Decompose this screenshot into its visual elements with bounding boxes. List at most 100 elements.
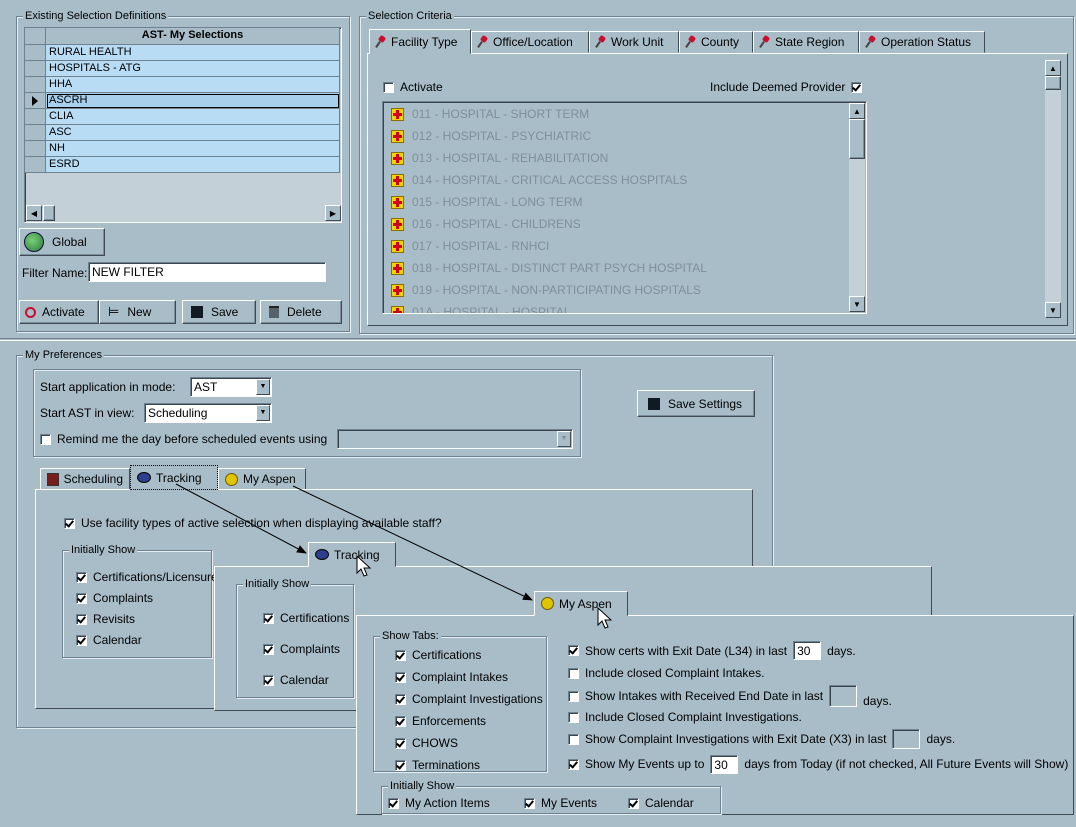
intakes-days-input[interactable] [829,685,858,707]
chevron-down-icon[interactable]: ▼ [557,431,571,447]
scroll-thumb[interactable] [1045,76,1061,90]
list-item[interactable]: 013 - HOSPITAL - REHABILITATION [391,148,608,168]
scroll-thumb[interactable] [849,119,865,159]
table-row[interactable]: ASCRH [46,93,340,109]
scroll-up-icon[interactable]: ▲ [1045,60,1061,76]
checkbox-item[interactable]: Complaint Intakes [395,670,508,684]
checkbox[interactable] [40,433,51,445]
splitter[interactable] [0,338,1076,341]
row-indicator[interactable] [25,77,46,93]
investigations-days-input[interactable] [892,729,921,749]
checkbox[interactable] [76,613,87,625]
save-settings-button[interactable]: Save Settings [637,390,755,417]
opt-investigations-exit[interactable]: Show Complaint Investigations with Exit … [568,727,955,751]
criteria-vscrollbar[interactable]: ▲ ▼ [1045,60,1061,318]
checkbox[interactable] [395,737,406,749]
facility-vscrollbar[interactable]: ▲ ▼ [849,103,865,312]
row-indicator[interactable] [25,125,46,141]
selection-grid[interactable]: AST- My Selections RURAL HEALTH HOSPITALS… [24,27,342,223]
tab-county[interactable]: County [679,31,753,53]
opt-my-events[interactable]: Show My Events up to 30 days from Today … [568,753,1068,775]
tab-scheduling[interactable]: Scheduling [40,468,130,490]
table-row[interactable]: CLIA [46,109,340,125]
table-row[interactable]: ESRD [46,157,340,173]
list-item[interactable]: 017 - HOSPITAL - RNHCI [391,236,549,256]
opt-closed-intakes[interactable]: Include closed Complaint Intakes. [568,666,764,680]
list-item[interactable]: 016 - HOSPITAL - CHILDRENS [391,214,581,234]
tracking-popup-tab[interactable]: Tracking [308,542,396,567]
table-row[interactable]: HHA [46,77,340,93]
list-item[interactable]: 019 - HOSPITAL - NON-PARTICIPATING HOSPI… [391,280,701,300]
list-item[interactable]: 018 - HOSPITAL - DISTINCT PART PSYCH HOS… [391,258,707,278]
scroll-down-icon[interactable]: ▼ [849,296,865,312]
checkbox[interactable] [395,715,406,727]
scroll-down-icon[interactable]: ▼ [1045,302,1061,318]
checkbox[interactable] [263,643,274,655]
checkbox-item[interactable]: Revisits [76,612,135,626]
checkbox[interactable] [76,592,87,604]
checkbox[interactable] [395,759,406,771]
checkbox[interactable] [395,693,406,705]
tab-tracking[interactable]: Tracking [130,465,218,490]
checkbox[interactable] [64,517,75,529]
row-indicator[interactable] [25,141,46,157]
filter-name-input[interactable]: NEW FILTER [88,262,326,282]
opt-intakes-received[interactable]: Show Intakes with Received End Date in l… [568,683,892,709]
checkbox[interactable] [76,634,87,646]
delete-button[interactable]: Delete [260,300,342,324]
activate-button[interactable]: Activate [19,300,99,324]
tab-work-unit[interactable]: Work Unit [589,31,679,53]
tab-facility-type[interactable]: Facility Type [369,29,471,54]
checkbox[interactable] [568,733,579,745]
checkbox-item[interactable]: Calendar [628,796,694,810]
tab-my-aspen[interactable]: My Aspen [218,468,306,490]
save-button[interactable]: Save [182,300,256,324]
table-row[interactable]: NH [46,141,340,157]
certs-days-input[interactable]: 30 [793,641,822,660]
checkbox[interactable] [383,81,394,93]
tab-state-region[interactable]: State Region [753,31,859,53]
use-facility-check[interactable]: Use facility types of active selection w… [64,516,442,530]
scroll-thumb[interactable] [43,205,55,221]
table-row[interactable]: RURAL HEALTH [46,45,340,61]
new-button[interactable]: ⊨ New [99,300,176,324]
checkbox[interactable] [568,690,579,702]
checkbox-item[interactable]: My Action Items [388,796,490,810]
list-item[interactable]: 014 - HOSPITAL - CRITICAL ACCESS HOSPITA… [391,170,687,190]
row-indicator[interactable] [25,157,46,173]
tab-operation-status[interactable]: Operation Status [859,31,985,53]
chevron-down-icon[interactable]: ▼ [256,405,270,421]
list-item[interactable]: 011 - HOSPITAL - SHORT TERM [391,104,589,124]
checkbox-item[interactable]: Calendar [76,633,142,647]
row-indicator[interactable] [25,61,46,77]
start-view-select[interactable]: Scheduling ▼ [144,403,272,423]
checkbox[interactable] [263,612,274,624]
checkbox-item[interactable]: Complaints [76,591,153,605]
checkbox[interactable] [395,649,406,661]
facility-type-list[interactable]: 011 - HOSPITAL - SHORT TERM 012 - HOSPITA… [382,101,867,314]
scroll-up-icon[interactable]: ▲ [849,103,865,119]
table-row[interactable]: ASC [46,125,340,141]
checkbox[interactable] [76,571,87,583]
events-days-input[interactable]: 30 [710,754,739,774]
list-item[interactable]: 01A - HOSPITAL - HOSPITAL [391,302,571,313]
opt-closed-investigations[interactable]: Include Closed Complaint Investigations. [568,710,802,724]
checkbox[interactable] [568,758,579,770]
grid-header[interactable]: AST- My Selections [46,28,340,45]
scroll-left-icon[interactable]: ◀ [26,205,42,221]
checkbox-item[interactable]: Terminations [395,758,480,772]
checkbox[interactable] [263,674,274,686]
row-indicator[interactable] [25,93,46,109]
checkbox-item[interactable]: Certifications [263,611,349,625]
global-button[interactable]: Global [19,228,105,256]
checkbox[interactable] [568,667,579,679]
aspen-popup-tab[interactable]: My Aspen [534,591,628,616]
tab-office-location[interactable]: Office/Location [471,31,589,53]
checkbox-item[interactable]: Calendar [263,673,329,687]
checkbox-item[interactable]: Certifications [395,648,481,662]
table-row[interactable]: HOSPITALS - ATG [46,61,340,77]
remind-select[interactable]: ▼ [337,429,573,449]
scroll-right-icon[interactable]: ▶ [325,205,341,221]
include-deemed-check[interactable]: Include Deemed Provider [710,80,863,94]
list-item[interactable]: 012 - HOSPITAL - PSYCHIATRIC [391,126,591,146]
